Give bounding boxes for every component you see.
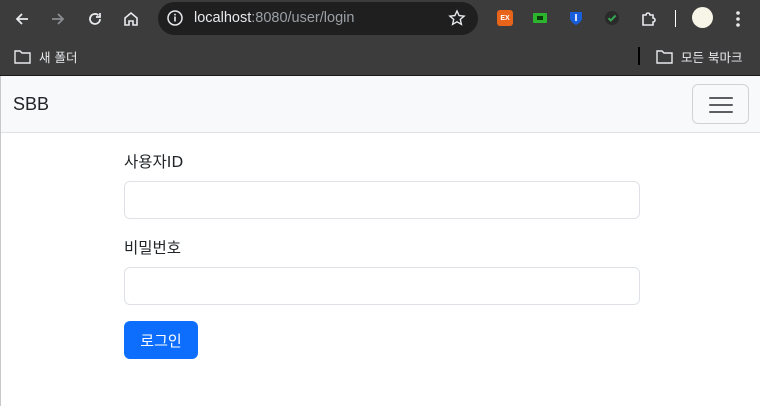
bitwarden-shield-icon[interactable] xyxy=(568,10,584,26)
login-button[interactable]: 로그인 xyxy=(124,321,198,359)
green-extension-icon[interactable] xyxy=(532,10,548,26)
all-bookmarks-folder[interactable]: 모든 북마크 xyxy=(656,46,742,66)
hamburger-line xyxy=(709,97,733,99)
hamburger-line xyxy=(709,111,733,113)
navbar-toggler-button[interactable] xyxy=(692,84,749,124)
checkmark-extension-icon[interactable] xyxy=(604,10,620,26)
password-label: 비밀번호 xyxy=(124,239,182,257)
password-input[interactable] xyxy=(124,267,640,305)
bookmark-folder-label: 새 폴더 xyxy=(39,49,78,65)
folder-icon xyxy=(656,49,673,64)
url-path: :8080/user/login xyxy=(251,10,355,26)
bookmark-star-icon[interactable] xyxy=(448,9,466,27)
url-text: localhost:8080/user/login xyxy=(194,9,354,27)
ex-extension-label: EX xyxy=(500,14,510,22)
back-arrow-icon[interactable] xyxy=(11,8,33,30)
username-input[interactable] xyxy=(124,181,640,219)
ex-extension-icon[interactable]: EX xyxy=(497,10,513,26)
username-label: 사용자ID xyxy=(124,153,184,171)
bookmarks-bar: 새 폴더 모든 북마크 xyxy=(0,38,760,76)
folder-icon xyxy=(14,49,31,64)
extensions-puzzle-icon[interactable] xyxy=(637,8,659,30)
toolbar-divider xyxy=(675,10,676,27)
address-bar[interactable]: localhost:8080/user/login xyxy=(158,2,478,35)
bookmark-folder-new[interactable]: 새 폴더 xyxy=(14,46,77,66)
home-icon[interactable] xyxy=(120,8,142,30)
browser-toolbar: localhost:8080/user/login EX xyxy=(0,0,760,38)
profile-avatar[interactable] xyxy=(692,7,713,28)
reload-icon[interactable] xyxy=(84,8,106,30)
site-info-icon[interactable] xyxy=(166,9,184,27)
all-bookmarks-label: 모든 북마크 xyxy=(681,49,743,65)
browser-menu-icon[interactable] xyxy=(728,8,748,30)
hamburger-line xyxy=(709,104,733,106)
page-content: SBB 사용자ID 비밀번호 로그인 xyxy=(0,76,760,406)
url-host: localhost xyxy=(194,10,252,26)
navbar-brand[interactable]: SBB xyxy=(13,93,49,115)
bookmarks-divider xyxy=(638,47,640,65)
navbar: SBB xyxy=(1,76,760,133)
forward-arrow-icon[interactable] xyxy=(47,8,69,30)
